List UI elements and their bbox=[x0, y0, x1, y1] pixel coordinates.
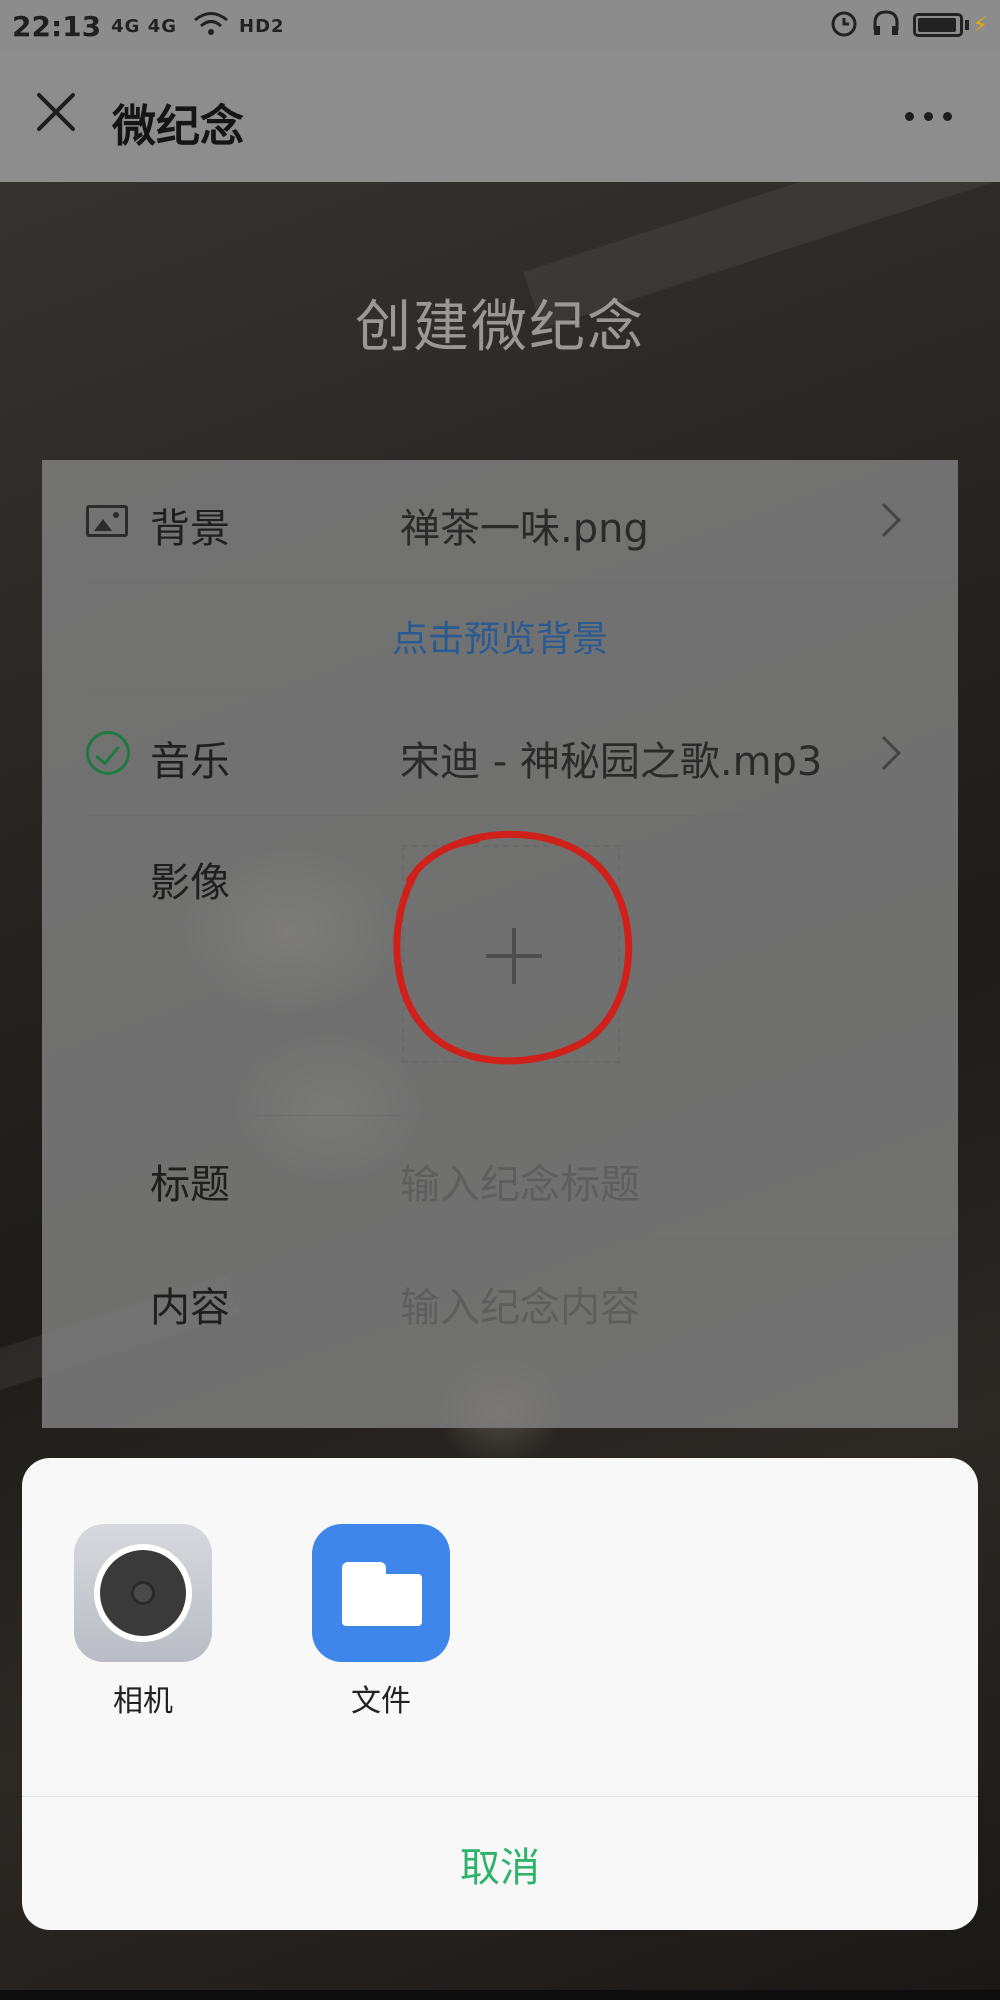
title-row[interactable]: 标题 输入纪念标题 bbox=[42, 1116, 958, 1238]
music-row[interactable]: 音乐 宋迪 - 神秘园之歌.mp3 bbox=[42, 693, 958, 815]
check-circle-icon bbox=[86, 731, 130, 775]
headphones-icon bbox=[871, 8, 901, 42]
content-label: 内容 bbox=[150, 1285, 230, 1331]
divider bbox=[84, 815, 958, 816]
status-time: 22:13 bbox=[12, 9, 102, 43]
add-image-button[interactable] bbox=[402, 845, 620, 1063]
charging-icon: ⚡ bbox=[972, 12, 988, 38]
wifi-icon bbox=[193, 11, 229, 42]
files-label: 文件 bbox=[351, 1684, 411, 1719]
image-label: 影像 bbox=[150, 860, 230, 906]
chevron-right-icon bbox=[867, 503, 901, 537]
alarm-icon bbox=[829, 8, 859, 42]
status-icons: ⚡ bbox=[829, 8, 988, 42]
camera-icon bbox=[74, 1524, 212, 1662]
close-icon[interactable] bbox=[34, 90, 78, 134]
content-input[interactable]: 输入纪念内容 bbox=[400, 1275, 640, 1333]
music-value: 宋迪 - 神秘园之歌.mp3 bbox=[400, 739, 823, 785]
content-row[interactable]: 内容 输入纪念内容 bbox=[42, 1239, 958, 1361]
picker-sheet: 相机 文件 取消 bbox=[22, 1458, 978, 1930]
image-icon bbox=[86, 505, 128, 537]
camera-label: 相机 bbox=[113, 1684, 173, 1719]
more-icon[interactable] bbox=[905, 112, 952, 121]
camera-option[interactable]: 相机 bbox=[74, 1524, 212, 1720]
preview-background-link[interactable]: 点击预览背景 bbox=[42, 610, 958, 662]
battery-tip bbox=[964, 20, 969, 30]
chevron-right-icon bbox=[867, 736, 901, 770]
cancel-button[interactable]: 取消 bbox=[22, 1797, 978, 1930]
battery-icon bbox=[912, 13, 963, 37]
music-label: 音乐 bbox=[150, 739, 230, 785]
memorial-form: 背景 禅茶一味.png 点击预览背景 音乐 宋迪 - 神秘园之歌.mp3 影像 … bbox=[42, 460, 958, 1428]
title-label: 标题 bbox=[150, 1162, 230, 1208]
status-bar: 22:13 4G 4G HD2 ⚡ bbox=[0, 0, 1000, 52]
title-input[interactable]: 输入纪念标题 bbox=[400, 1152, 640, 1210]
signal-icon: 4G 4G bbox=[111, 15, 178, 37]
title-bar: 微纪念 bbox=[0, 52, 1000, 182]
files-option[interactable]: 文件 bbox=[312, 1524, 450, 1720]
divider bbox=[84, 582, 958, 583]
folder-icon bbox=[312, 1524, 450, 1662]
hd-icon: HD2 bbox=[239, 15, 285, 37]
nav-title: 微纪念 bbox=[112, 101, 244, 152]
screen-bottom-edge bbox=[0, 1990, 1000, 2000]
page-title: 创建微纪念 bbox=[355, 295, 645, 360]
background-row[interactable]: 背景 禅茶一味.png bbox=[42, 460, 958, 582]
background-value: 禅茶一味.png bbox=[400, 506, 649, 552]
background-label: 背景 bbox=[150, 506, 230, 552]
